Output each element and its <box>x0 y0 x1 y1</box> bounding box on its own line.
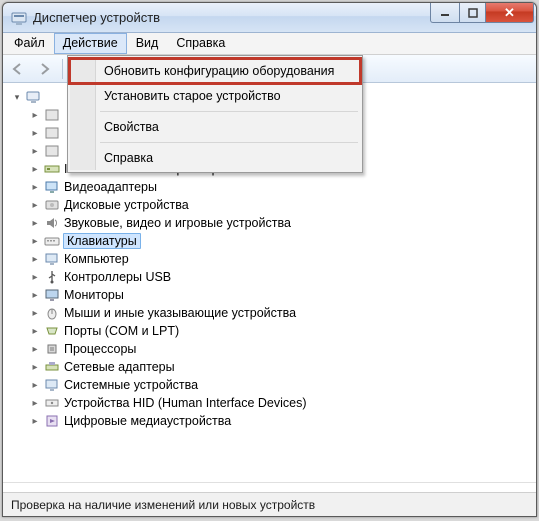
menu-add-legacy[interactable]: Установить старое устройство <box>70 84 360 108</box>
separator <box>3 482 536 492</box>
expander-icon[interactable] <box>29 289 41 301</box>
controller-icon <box>44 161 60 177</box>
ports-icon <box>44 323 60 339</box>
tree-node-monitor[interactable]: Мониторы <box>25 286 536 304</box>
statusbar: Проверка на наличие изменений или новых … <box>3 492 536 516</box>
device-manager-window: Диспетчер устройств ✕ Файл Действие Вид … <box>2 2 537 517</box>
tree-node-media[interactable]: Цифровые медиаустройства <box>25 412 536 430</box>
dropdown-separator <box>100 142 358 143</box>
tree-node-mouse[interactable]: Мыши и иные указывающие устройства <box>25 304 536 322</box>
tree-node-usb[interactable]: Контроллеры USB <box>25 268 536 286</box>
expander-icon[interactable] <box>29 145 41 157</box>
device-icon <box>44 107 60 123</box>
menu-help[interactable]: Справка <box>70 146 360 170</box>
expander-icon[interactable] <box>29 415 41 427</box>
expander-icon[interactable] <box>29 163 41 175</box>
expander-icon[interactable] <box>29 307 41 319</box>
menu-file[interactable]: Файл <box>5 33 54 54</box>
app-icon <box>11 10 27 26</box>
tree-node-ports[interactable]: Порты (COM и LPT) <box>25 322 536 340</box>
usb-icon <box>44 269 60 285</box>
selected-node: Клавиатуры <box>63 233 141 249</box>
expander-icon[interactable] <box>29 271 41 283</box>
tree-node-video[interactable]: Видеоадаптеры <box>25 178 536 196</box>
expander-icon[interactable] <box>29 361 41 373</box>
network-icon <box>44 359 60 375</box>
sound-icon <box>44 215 60 231</box>
expander-icon[interactable] <box>29 343 41 355</box>
nav-back-button[interactable] <box>7 58 31 80</box>
system-icon <box>44 377 60 393</box>
device-icon <box>44 143 60 159</box>
menu-help[interactable]: Справка <box>167 33 234 54</box>
menubar: Файл Действие Вид Справка <box>3 33 536 55</box>
computer-icon <box>44 251 60 267</box>
tree-node-network[interactable]: Сетевые адаптеры <box>25 358 536 376</box>
menu-view[interactable]: Вид <box>127 33 168 54</box>
expander-icon[interactable] <box>29 217 41 229</box>
titlebar[interactable]: Диспетчер устройств ✕ <box>3 3 536 33</box>
expander-icon[interactable] <box>11 91 23 103</box>
toolbar-separator <box>62 59 63 79</box>
status-text: Проверка на наличие изменений или новых … <box>11 498 315 512</box>
menu-action[interactable]: Действие <box>54 33 127 54</box>
tree-node-system[interactable]: Системные устройства <box>25 376 536 394</box>
hid-icon <box>44 395 60 411</box>
action-dropdown: Обновить конфигурацию оборудования Устан… <box>67 55 363 173</box>
tree-node-sound[interactable]: Звуковые, видео и игровые устройства <box>25 214 536 232</box>
tree-node-keyboard[interactable]: Клавиатуры <box>25 232 536 250</box>
computer-icon <box>26 89 42 105</box>
window-title: Диспетчер устройств <box>33 10 430 25</box>
display-adapter-icon <box>44 179 60 195</box>
window-controls: ✕ <box>430 3 534 23</box>
device-icon <box>44 125 60 141</box>
expander-icon[interactable] <box>29 325 41 337</box>
mouse-icon <box>44 305 60 321</box>
dropdown-separator <box>100 111 358 112</box>
expander-icon[interactable] <box>29 181 41 193</box>
monitor-icon <box>44 287 60 303</box>
expander-icon[interactable] <box>29 109 41 121</box>
tree-node-disk[interactable]: Дисковые устройства <box>25 196 536 214</box>
tree-node-computer[interactable]: Компьютер <box>25 250 536 268</box>
tree-node-hid[interactable]: Устройства HID (Human Interface Devices) <box>25 394 536 412</box>
menu-scan-hardware[interactable]: Обновить конфигурацию оборудования <box>70 59 360 83</box>
expander-icon[interactable] <box>29 199 41 211</box>
minimize-button[interactable] <box>430 3 460 23</box>
expander-icon[interactable] <box>29 379 41 391</box>
expander-icon[interactable] <box>29 253 41 265</box>
tree-node-cpu[interactable]: Процессоры <box>25 340 536 358</box>
expander-icon[interactable] <box>29 127 41 139</box>
menu-properties[interactable]: Свойства <box>70 115 360 139</box>
expander-icon[interactable] <box>29 397 41 409</box>
keyboard-icon <box>44 233 60 249</box>
maximize-button[interactable] <box>460 3 486 23</box>
close-button[interactable]: ✕ <box>486 3 534 23</box>
media-icon <box>44 413 60 429</box>
disk-icon <box>44 197 60 213</box>
nav-forward-button[interactable] <box>33 58 57 80</box>
expander-icon[interactable] <box>29 235 41 247</box>
cpu-icon <box>44 341 60 357</box>
